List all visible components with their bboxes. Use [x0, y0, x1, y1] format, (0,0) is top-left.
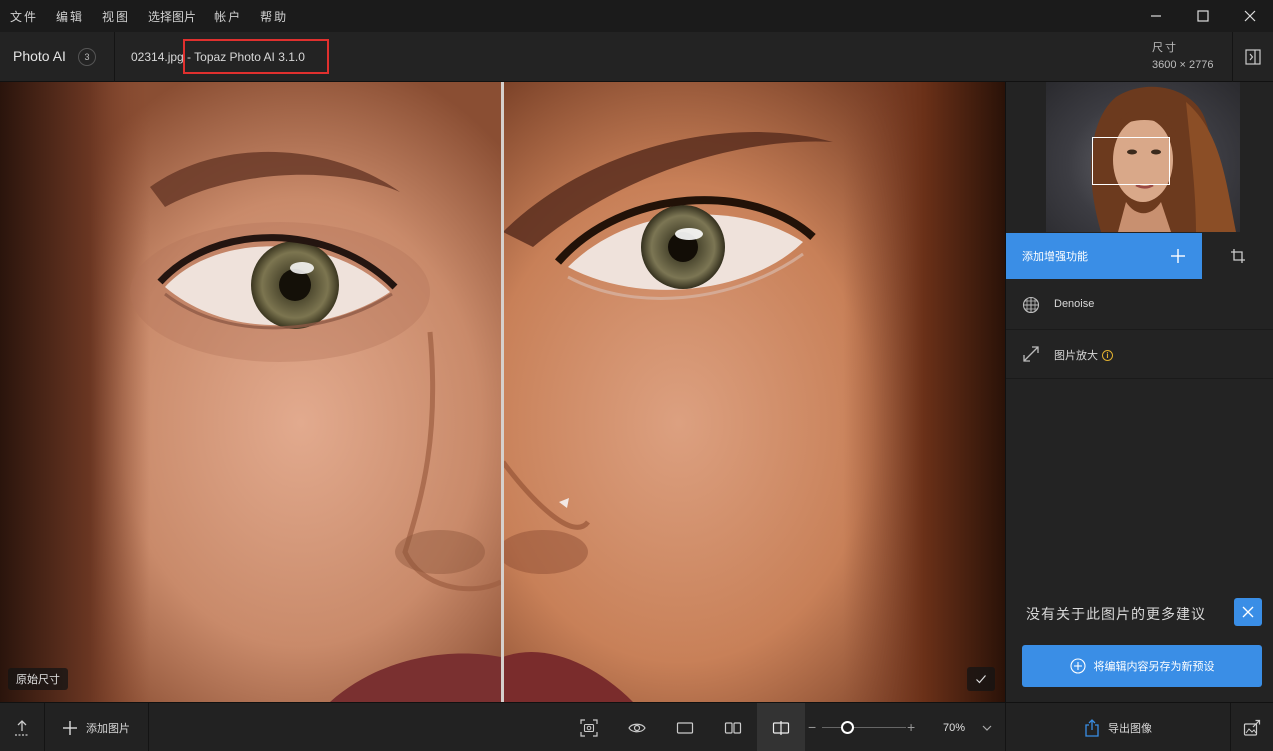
feature-upscale[interactable]: 图片放大 i — [1006, 330, 1273, 379]
image-viewer[interactable]: 原始尺寸 — [0, 82, 1005, 702]
image-count-badge: 3 — [78, 48, 96, 66]
app-name[interactable]: Photo AI — [13, 48, 66, 64]
close-icon — [1242, 606, 1254, 618]
image-export-icon — [1243, 719, 1261, 736]
menu-select-image[interactable]: 选择图片 — [139, 8, 205, 25]
side-panel: 添加增强功能 Denoise 图片放大 i 没有关于此图片的更多建议 将编辑内容… — [1005, 82, 1273, 702]
split-view-icon — [772, 720, 790, 735]
menu-account[interactable]: 帐户 — [205, 8, 251, 25]
zoom-slider[interactable] — [822, 727, 906, 728]
check-button[interactable] — [967, 667, 995, 691]
zoom-out-button[interactable]: − — [808, 720, 818, 734]
save-preset-label: 将编辑内容另存为新预设 — [1093, 661, 1215, 673]
annotation-highlight-box — [183, 39, 329, 74]
export-image-button[interactable]: 导出图像 — [1005, 703, 1230, 751]
single-view-button[interactable] — [661, 703, 709, 751]
zoom-dropdown[interactable] — [980, 721, 994, 735]
plus-circle-icon — [1069, 658, 1086, 674]
no-more-suggestions-text: 没有关于此图片的更多建议 — [1026, 606, 1206, 622]
original-photo — [0, 82, 501, 702]
batch-export-button[interactable] — [1230, 703, 1273, 751]
side-by-side-view-button[interactable] — [709, 703, 757, 751]
dimensions-value: 3600 × 2776 — [1152, 59, 1214, 71]
menu-view[interactable]: 视图 — [93, 8, 139, 25]
window-controls — [1132, 0, 1273, 32]
add-enhancement-button[interactable]: 添加增强功能 — [1006, 233, 1202, 279]
single-view-icon — [676, 721, 694, 734]
toggle-panel-button[interactable] — [1232, 32, 1273, 82]
header-divider — [114, 32, 115, 82]
navigator-thumbnail[interactable] — [1046, 82, 1240, 232]
upscale-icon — [1020, 343, 1042, 365]
eye-icon — [628, 723, 646, 732]
camera-frame-icon — [580, 718, 598, 737]
enhanced-photo — [503, 82, 1005, 702]
denoise-icon — [1020, 294, 1042, 316]
maximize-button[interactable] — [1179, 0, 1226, 32]
feature-label: Denoise — [1054, 298, 1095, 310]
save-as-preset-button[interactable]: 将编辑内容另存为新预设 — [1022, 645, 1262, 687]
plus-icon — [62, 720, 78, 736]
crop-button[interactable] — [1202, 233, 1273, 279]
viewport-indicator[interactable] — [1092, 137, 1170, 185]
zoom-value[interactable]: 70% — [943, 722, 965, 734]
zoom-slider-thumb[interactable] — [841, 721, 854, 734]
info-icon[interactable]: i — [1102, 350, 1113, 361]
enhanced-image-pane — [503, 82, 1005, 702]
dimensions-label: 尺寸 — [1152, 42, 1178, 54]
menu-edit[interactable]: 编辑 — [47, 8, 93, 25]
side-by-side-icon — [724, 721, 742, 734]
preview-toggle-button[interactable] — [613, 703, 661, 751]
add-enhancement-label: 添加增强功能 — [1022, 251, 1088, 263]
minimize-icon — [1150, 15, 1161, 17]
sidebar-toggle-icon — [1245, 49, 1261, 65]
file-name: 02314.jpg — [131, 50, 184, 64]
add-image-button[interactable]: 添加图片 — [46, 703, 149, 751]
feature-label-wrap: 图片放大 i — [1054, 347, 1113, 363]
upload-icon — [15, 719, 29, 736]
chevron-down-icon — [982, 725, 992, 731]
close-icon — [1244, 10, 1255, 22]
plus-icon — [1166, 244, 1190, 268]
upload-button[interactable] — [0, 703, 45, 751]
comparison-divider[interactable] — [501, 82, 504, 702]
original-size-label: 原始尺寸 — [8, 668, 68, 690]
dismiss-suggestions-button[interactable] — [1234, 598, 1262, 626]
add-image-label: 添加图片 — [86, 722, 130, 735]
original-image-pane — [0, 82, 501, 702]
menu-bar: 文件 编辑 视图 选择图片 帐户 帮助 — [0, 0, 1273, 32]
menu-file[interactable]: 文件 — [0, 8, 47, 25]
feature-label: 图片放大 — [1054, 350, 1098, 362]
share-export-icon — [1084, 718, 1100, 737]
header-bar: Photo AI 3 02314.jpg - Topaz Photo AI 3.… — [0, 32, 1273, 82]
zoom-in-button[interactable]: + — [907, 720, 919, 734]
minimize-button[interactable] — [1132, 0, 1179, 32]
crop-icon — [1231, 249, 1245, 263]
close-window-button[interactable] — [1226, 0, 1273, 32]
bottom-toolbar: 添加图片 − + 70% 导出图像 — [0, 702, 1273, 751]
checkmark-icon — [976, 675, 986, 684]
maximize-icon — [1196, 10, 1209, 22]
screenshot-view-button[interactable] — [565, 703, 613, 751]
split-view-button[interactable] — [757, 703, 805, 751]
menu-help[interactable]: 帮助 — [251, 8, 297, 25]
feature-denoise[interactable]: Denoise — [1006, 281, 1273, 330]
export-label: 导出图像 — [1108, 722, 1152, 735]
